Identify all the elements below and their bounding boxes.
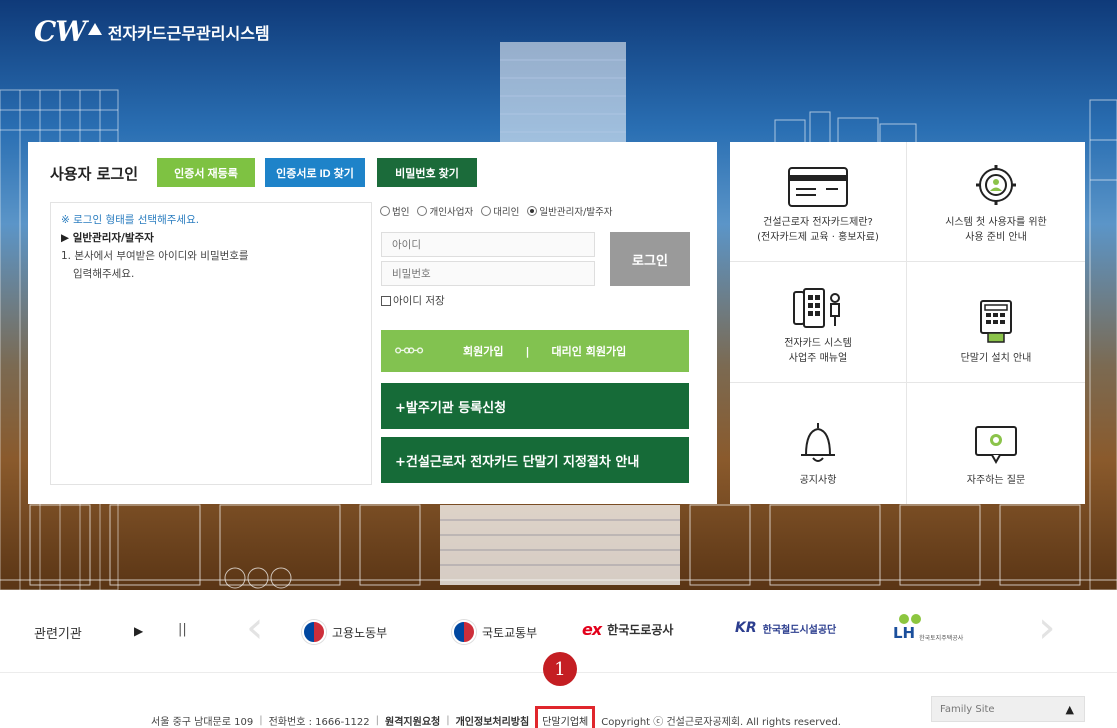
terminal-guide-button[interactable]: +건설근로자 전자카드 단말기 지정절차 안내 bbox=[381, 437, 689, 483]
agency-lh-link[interactable]: LH 한국토지주택공사 bbox=[893, 614, 963, 642]
taeguk-logo-icon bbox=[302, 620, 326, 644]
play-icon[interactable]: ▶ bbox=[134, 624, 143, 638]
join-separator: | bbox=[525, 344, 530, 358]
family-site-select[interactable]: Family Site ▲ bbox=[931, 696, 1085, 722]
footer-divider: | bbox=[375, 715, 380, 726]
terminal-vendor-link[interactable]: 단말기업체 bbox=[535, 706, 596, 728]
radio-general-manager[interactable]: 일반관리자/발주자 bbox=[527, 204, 613, 218]
password-input[interactable] bbox=[381, 261, 595, 286]
quick-terminal-install[interactable]: 단말기 설치 안내 bbox=[907, 262, 1085, 383]
login-panel: 사용자 로그인 인증서 재등록 인증서로 ID 찾기 비밀번호 찾기 ※ 로그인… bbox=[28, 142, 717, 504]
quick-label-line1: 단말기 설치 안내 bbox=[960, 353, 1032, 364]
save-id-label: 아이디 저장 bbox=[393, 295, 445, 307]
prev-chevron-icon[interactable]: ‹ bbox=[246, 606, 264, 650]
remote-support-link[interactable]: 원격지원요청 bbox=[385, 713, 440, 728]
login-title: 사용자 로그인 bbox=[50, 165, 139, 183]
privacy-policy-link[interactable]: 개인정보처리방침 bbox=[456, 713, 530, 728]
related-label: 관련기관 bbox=[34, 627, 82, 642]
family-site-label: Family Site bbox=[940, 703, 995, 715]
radio-agent[interactable]: 대리인 bbox=[481, 204, 519, 218]
logo-triangle-icon bbox=[87, 23, 102, 35]
radio-dot-icon bbox=[380, 206, 390, 216]
radio-label: 대리인 bbox=[493, 207, 520, 218]
quick-label-line1: 공지사항 bbox=[799, 475, 837, 486]
quick-employer-manual[interactable]: 전자카드 시스템 사업주 매뉴얼 bbox=[730, 262, 907, 383]
agent-signup-link[interactable]: 대리인 회원가입 bbox=[552, 343, 627, 359]
agency-name: 한국철도시설공단 bbox=[762, 624, 837, 636]
radio-dot-icon bbox=[527, 206, 538, 216]
taeguk-logo-icon bbox=[452, 620, 476, 644]
guide-line-1: 1. 본사에서 부여받은 아이디와 비밀번호를 bbox=[61, 250, 249, 262]
find-id-by-cert-button[interactable]: 인증서로 ID 찾기 bbox=[265, 158, 365, 187]
guide-line-2: 입력해주세요. bbox=[73, 268, 135, 280]
quick-label-line1: 시스템 첫 사용자를 위한 bbox=[945, 217, 1047, 228]
agency-moel-link[interactable]: 고용노동부 bbox=[302, 620, 387, 644]
radio-label: 법인 bbox=[392, 207, 410, 218]
footer-address: 서울 중구 남대문로 109 bbox=[151, 717, 254, 728]
cert-reissue-button[interactable]: 인증서 재등록 bbox=[157, 158, 255, 187]
ex-logo-icon: ex bbox=[582, 620, 602, 639]
quick-label-line1: 건설근로자 전자카드제란? bbox=[763, 217, 873, 228]
quick-label-line1: 자주하는 질문 bbox=[966, 475, 1026, 486]
radio-label: 일반관리자/발주자 bbox=[539, 207, 613, 218]
quick-label-line2: (전자카드제 교육 · 홍보자료) bbox=[757, 232, 879, 243]
login-button[interactable]: 로그인 bbox=[610, 232, 690, 286]
footer-divider: | bbox=[259, 715, 263, 726]
join-bar: ⚯⚯ 회원가입 | 대리인 회원가입 bbox=[381, 330, 689, 372]
quick-notice[interactable]: 공지사항 bbox=[730, 383, 907, 504]
site-logo[interactable]: CW 전자카드근무관리시스템 bbox=[34, 18, 270, 46]
lh-subtitle: 한국토지주택공사 bbox=[919, 635, 964, 642]
footer-divider: | bbox=[446, 715, 450, 726]
footer-info-row: 서울 중구 남대문로 109 | 전화번호 : 1666-1122 | 원격지원… bbox=[151, 706, 841, 728]
radio-corporation[interactable]: 법인 bbox=[380, 204, 409, 218]
user-gear-icon bbox=[976, 165, 1016, 205]
agency-name: LH bbox=[893, 624, 916, 642]
save-id-checkbox[interactable]: 아이디 저장 bbox=[381, 293, 445, 308]
quick-faq[interactable]: 자주하는 질문 bbox=[907, 383, 1085, 504]
agency-name: 국토교통부 bbox=[482, 625, 538, 640]
pause-icon[interactable]: || bbox=[178, 622, 187, 637]
footer-phone: 전화번호 : 1666-1122 bbox=[268, 717, 370, 728]
annotation-badge: 1 bbox=[543, 652, 577, 686]
find-password-button[interactable]: 비밀번호 찾기 bbox=[377, 158, 477, 187]
card-icon bbox=[788, 167, 848, 207]
quick-menu-grid: 건설근로자 전자카드제란? (전자카드제 교육 · 홍보자료) 시스템 첫 사용… bbox=[730, 142, 1085, 504]
copyright: Copyright ⓒ 건설근로자공제회. All rights reserve… bbox=[601, 717, 841, 728]
quick-e-card-info[interactable]: 건설근로자 전자카드제란? (전자카드제 교육 · 홍보자료) bbox=[730, 142, 907, 262]
guide-heading: ▶ 일반관리자/발주자 bbox=[61, 232, 154, 244]
id-input[interactable] bbox=[381, 232, 595, 257]
people-icon: ⚯⚯ bbox=[395, 340, 423, 362]
lh-logo: LH 한국토지주택공사 bbox=[893, 614, 963, 642]
login-type-radio-group: 법인 개인사업자 대리인 일반관리자/발주자 bbox=[380, 204, 613, 218]
manual-icon bbox=[793, 288, 840, 328]
faq-icon bbox=[975, 426, 1017, 465]
bell-icon bbox=[801, 423, 835, 462]
radio-dot-icon bbox=[417, 206, 428, 216]
quick-label-line1: 전자카드 시스템 bbox=[784, 338, 852, 349]
next-chevron-icon[interactable]: › bbox=[1038, 606, 1056, 650]
kr-logo-icon: KR bbox=[735, 620, 757, 636]
agency-korail-network-link[interactable]: KR 한국철도시설공단 bbox=[735, 620, 836, 636]
site-title: 전자카드근무관리시스템 bbox=[107, 24, 270, 43]
logo-mark: CW bbox=[34, 15, 87, 48]
checkbox-icon bbox=[381, 295, 391, 306]
lh-dots-icon bbox=[899, 614, 921, 624]
triangle-up-icon: ▲ bbox=[1065, 703, 1074, 716]
agency-korea-expressway-link[interactable]: ex 한국도로공사 bbox=[582, 620, 673, 639]
radio-dot-icon bbox=[481, 206, 492, 216]
radio-label: 개인사업자 bbox=[429, 207, 474, 218]
agency-name: 고용노동부 bbox=[332, 625, 388, 640]
quick-label-line2: 사용 준비 안내 bbox=[965, 232, 1027, 243]
radio-sole-proprietor[interactable]: 개인사업자 bbox=[417, 204, 473, 218]
terminal-icon bbox=[980, 300, 1012, 343]
login-guide-box: ※ 로그인 형태를 선택해주세요. ▶ 일반관리자/발주자 1. 본사에서 부여… bbox=[50, 202, 372, 485]
agency-molit-link[interactable]: 국토교통부 bbox=[452, 620, 537, 644]
guide-note: ※ 로그인 형태를 선택해주세요. bbox=[61, 214, 200, 226]
agency-name: 한국도로공사 bbox=[607, 623, 674, 637]
quick-label-line2: 사업주 매뉴얼 bbox=[788, 353, 848, 364]
quick-first-user-guide[interactable]: 시스템 첫 사용자를 위한 사용 준비 안내 bbox=[907, 142, 1085, 262]
ordering-agency-register-button[interactable]: +발주기관 등록신청 bbox=[381, 383, 689, 429]
signup-link[interactable]: 회원가입 bbox=[463, 343, 503, 359]
